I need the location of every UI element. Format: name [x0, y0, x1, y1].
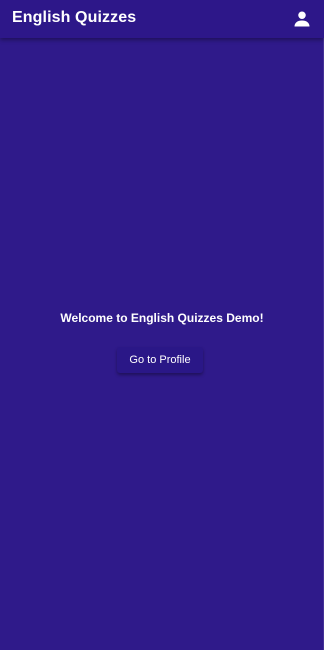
profile-icon-button[interactable]	[286, 3, 318, 35]
main-content: Welcome to English Quizzes Demo! Go to P…	[0, 38, 324, 650]
welcome-message: Welcome to English Quizzes Demo!	[60, 311, 264, 325]
go-to-profile-button[interactable]: Go to Profile	[117, 347, 203, 373]
app-title: English Quizzes	[12, 9, 137, 26]
app-bar: English Quizzes	[0, 0, 324, 38]
person-icon	[293, 10, 311, 28]
